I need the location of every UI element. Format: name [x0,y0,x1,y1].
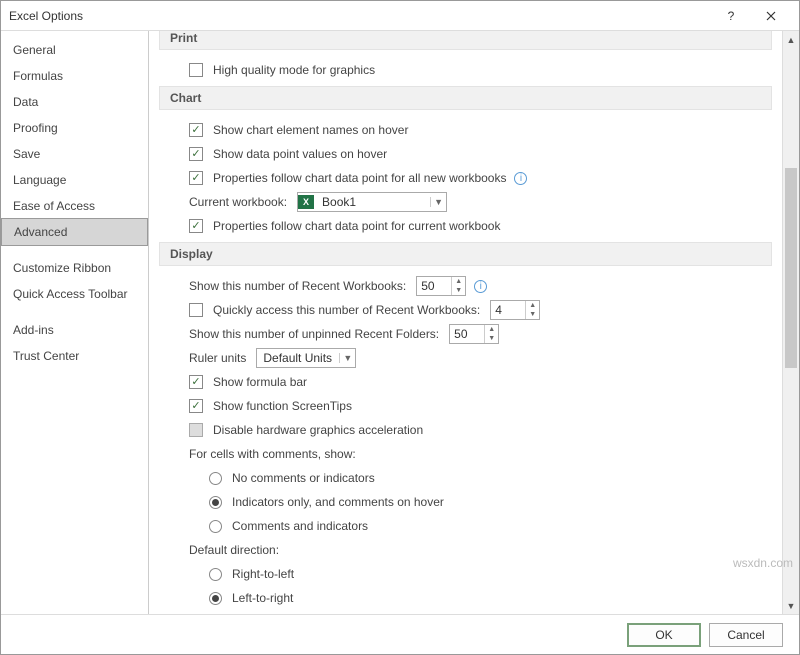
spinner-arrows-icon: ▲▼ [525,301,539,319]
checkbox-show-chart-element-names[interactable] [189,123,203,137]
label-show-screentips: Show function ScreenTips [213,399,352,413]
checkbox-show-data-point-values[interactable] [189,147,203,161]
window-title: Excel Options [9,9,711,23]
checkbox-show-screentips[interactable] [189,399,203,413]
sidebar-item-formulas[interactable]: Formulas [1,63,148,89]
sidebar-item-data[interactable]: Data [1,89,148,115]
checkbox-high-quality-graphics[interactable] [189,63,203,77]
label-properties-follow-all: Properties follow chart data point for a… [213,171,506,185]
spinner-recent-workbooks-value: 50 [417,277,451,295]
spinner-recent-folders[interactable]: 50 ▲▼ [449,324,499,344]
label-recent-workbooks: Show this number of Recent Workbooks: [189,279,406,293]
label-left-to-right: Left-to-right [232,591,293,605]
combo-ruler-units-value: Default Units [257,351,339,365]
label-comments-heading: For cells with comments, show: [189,447,356,461]
spinner-quickly-access-value: 4 [491,301,525,319]
combo-ruler-units[interactable]: Default Units ▼ [256,348,356,368]
label-quickly-access: Quickly access this number of Recent Wor… [213,303,480,317]
label-disable-hw-accel: Disable hardware graphics acceleration [213,423,423,437]
sidebar-item-customize-ribbon[interactable]: Customize Ribbon [1,255,148,281]
vertical-scrollbar[interactable]: ▲ ▼ [782,31,799,614]
category-sidebar: General Formulas Data Proofing Save Lang… [1,31,149,614]
help-button[interactable]: ? [711,2,751,30]
scrollbar-thumb[interactable] [785,168,797,368]
radio-left-to-right[interactable] [209,592,222,605]
scrollbar-track[interactable] [783,48,799,597]
label-indicators-only: Indicators only, and comments on hover [232,495,444,509]
section-chart-header: Chart [159,86,772,110]
checkbox-show-formula-bar[interactable] [189,375,203,389]
close-icon [766,11,776,21]
checkbox-properties-follow-current[interactable] [189,219,203,233]
sidebar-item-general[interactable]: General [1,37,148,63]
spinner-recent-folders-value: 50 [450,325,484,343]
scroll-down-icon[interactable]: ▼ [783,597,799,614]
label-high-quality-graphics: High quality mode for graphics [213,63,375,77]
combo-current-workbook-value: Book1 [316,195,430,209]
dialog-footer: OK Cancel [1,614,799,654]
close-button[interactable] [751,2,791,30]
ok-button[interactable]: OK [627,623,701,647]
sidebar-item-language[interactable]: Language [1,167,148,193]
info-icon[interactable]: i [474,280,487,293]
label-comments-and-indicators: Comments and indicators [232,519,368,533]
checkbox-disable-hw-accel[interactable] [189,423,203,437]
sidebar-item-quick-access-toolbar[interactable]: Quick Access Toolbar [1,281,148,307]
scroll-up-icon[interactable]: ▲ [783,31,799,48]
chevron-down-icon: ▼ [339,353,355,363]
radio-comments-and-indicators[interactable] [209,520,222,533]
label-no-comments: No comments or indicators [232,471,375,485]
spinner-recent-workbooks[interactable]: 50 ▲▼ [416,276,466,296]
sidebar-item-ease-of-access[interactable]: Ease of Access [1,193,148,219]
radio-right-to-left[interactable] [209,568,222,581]
section-display-header: Display [159,242,772,266]
label-properties-follow-current: Properties follow chart data point for c… [213,219,500,233]
spinner-quickly-access[interactable]: 4 ▲▼ [490,300,540,320]
label-ruler-units: Ruler units [189,351,246,365]
label-right-to-left: Right-to-left [232,567,294,581]
radio-no-comments[interactable] [209,472,222,485]
spinner-arrows-icon: ▲▼ [484,325,498,343]
sidebar-item-proofing[interactable]: Proofing [1,115,148,141]
excel-options-dialog: Excel Options ? General Formulas Data Pr… [0,0,800,655]
checkbox-quickly-access[interactable] [189,303,203,317]
sidebar-item-add-ins[interactable]: Add-ins [1,317,148,343]
main-panel: Print High quality mode for graphics Cha… [149,31,799,614]
section-print-header: Print [159,31,772,50]
excel-file-icon: X [298,195,314,209]
chevron-down-icon: ▼ [430,197,446,207]
label-current-workbook: Current workbook: [189,195,287,209]
label-recent-folders: Show this number of unpinned Recent Fold… [189,327,439,341]
spinner-arrows-icon: ▲▼ [451,277,465,295]
sidebar-item-save[interactable]: Save [1,141,148,167]
sidebar-item-trust-center[interactable]: Trust Center [1,343,148,369]
combo-current-workbook[interactable]: X Book1 ▼ [297,192,447,212]
info-icon[interactable]: i [514,172,527,185]
label-direction-heading: Default direction: [189,543,279,557]
radio-indicators-only[interactable] [209,496,222,509]
checkbox-properties-follow-all[interactable] [189,171,203,185]
dialog-body: General Formulas Data Proofing Save Lang… [1,31,799,614]
sidebar-item-advanced[interactable]: Advanced [1,218,148,246]
cancel-button[interactable]: Cancel [709,623,783,647]
titlebar: Excel Options ? [1,1,799,31]
label-show-chart-element-names: Show chart element names on hover [213,123,408,137]
label-show-formula-bar: Show formula bar [213,375,307,389]
label-show-data-point-values: Show data point values on hover [213,147,387,161]
